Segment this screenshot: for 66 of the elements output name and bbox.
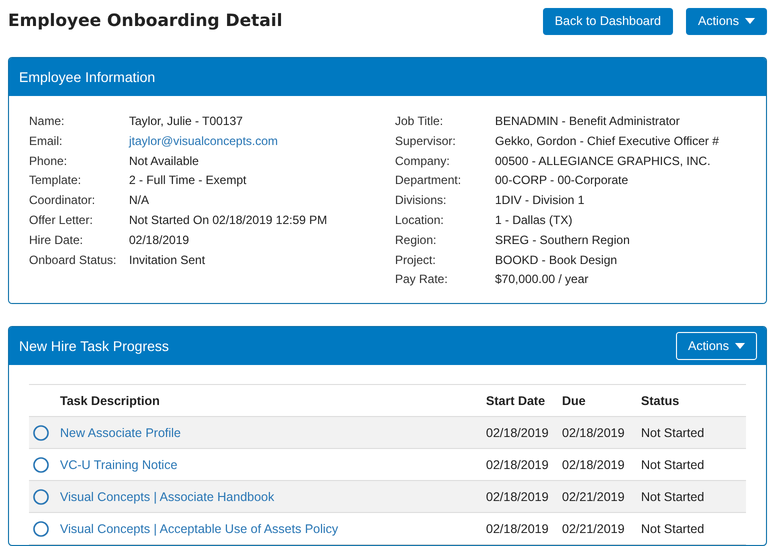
field-value: 1DIV - Division 1 [495,193,586,208]
table-cell-text: 02/21/2019 [562,522,626,536]
circle-icon[interactable] [33,488,49,505]
table-cell-text: Not Started [641,458,706,472]
field-value: 02/18/2019 [129,232,190,247]
field-value: Not Started On 02/18/2019 12:59 PM [129,212,328,227]
table-cell-text: 02/18/2019 [486,522,550,536]
field-value: N/A [129,193,150,208]
field-label: Location: [395,212,445,227]
table-cell-text: 02/18/2019 [562,458,626,472]
field-label: Divisions: [395,193,448,208]
field-value: BENADMIN - Benefit Administrator [495,114,681,128]
field-value: BOOKD - Book Design [495,252,618,267]
task-link[interactable]: VC-U Training Notice [60,458,178,472]
page-title: Employee Onboarding Detail [8,11,282,31]
table-cell-text: 02/18/2019 [486,458,550,472]
circle-icon[interactable] [33,456,49,473]
actions-button[interactable]: Actions [686,8,767,34]
table-cell-text: 02/18/2019 [486,426,550,440]
circle-icon[interactable] [33,520,49,537]
field-value: SREG - Southern Region [495,232,631,247]
field-value: $70,000.00 / year [495,272,590,286]
email-link[interactable]: jtaylor@visualconcepts.com [129,134,395,148]
task-link[interactable]: Visual Concepts | Acceptable Use of Assets Policy [60,522,338,536]
field-label: Offer Letter: [29,212,94,227]
field-label: Email: [29,134,64,148]
task-link[interactable]: Visual Concepts | Associate Handbook [60,490,274,504]
table-cell-text: Not Started [641,490,706,504]
table-cell-text: Not Started [641,522,706,536]
field-label: Coordinator: [29,193,96,208]
table-cell-text: 02/18/2019 [562,426,626,440]
field-label: Job Title: [395,114,444,128]
field-value: 00-CORP - 00-Corporate [495,173,630,188]
field-label: Template: [29,173,82,188]
field-value: Invitation Sent [129,252,206,267]
field-label: Name: [29,114,66,128]
actions-button[interactable]: Actions [676,332,757,360]
field-label: Onboard Status: [29,252,118,267]
field-label: Pay Rate: [395,272,449,286]
field-value: Gekko, Gordon - Chief Executive Officer # [495,134,720,148]
column-header: Due [562,394,587,408]
column-header: Start Date [486,394,546,408]
field-label: Hire Date: [29,232,84,247]
caret-icon [735,343,745,350]
field-label: Project: [395,252,437,267]
panel-title: Employee Information [19,69,156,85]
table-cell-text: 02/21/2019 [562,490,626,504]
field-value: 00500 - ALLEGIANCE GRAPHICS, INC. [495,154,712,168]
field-label: Supervisor: [395,134,457,148]
field-label: Region: [395,232,438,247]
field-value: Not Available [129,154,200,168]
field-label: Company: [395,154,451,168]
column-header: Task Description [60,394,161,408]
panel-title: New Hire Task Progress [19,338,169,354]
table-cell-text: Not Started [641,426,706,440]
field-value: Taylor, Julie - T00137 [129,114,244,128]
caret-icon [745,18,755,24]
field-value: 1 - Dallas (TX) [495,212,574,227]
circle-icon[interactable] [33,424,49,441]
table-cell-text: 02/18/2019 [486,490,550,504]
field-value: 2 - Full Time - Exempt [129,173,248,188]
field-label: Phone: [29,154,68,168]
field-label: Department: [395,173,462,188]
column-header: Status [641,394,680,408]
back-button[interactable]: Back to Dashboard [542,8,673,34]
task-link[interactable]: New Associate Profile [60,426,181,440]
